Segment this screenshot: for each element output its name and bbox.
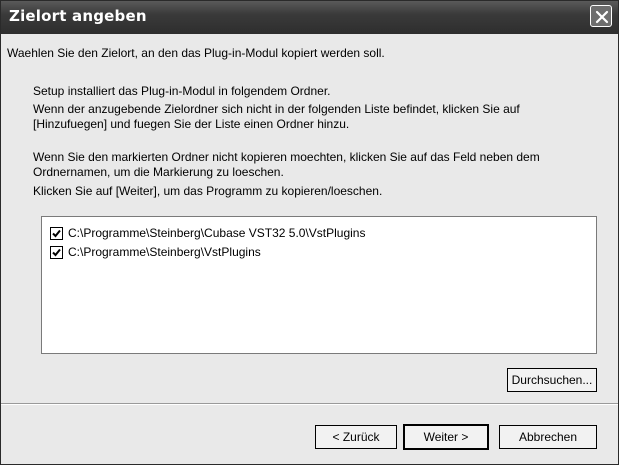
folder-list-item[interactable]: C:\Programme\Steinberg\VstPlugins bbox=[50, 244, 261, 260]
instruction-line-3: [Hinzufuegen] und fuegen Sie der Liste e… bbox=[33, 117, 350, 131]
browse-button[interactable]: Durchsuchen... bbox=[507, 368, 597, 392]
cancel-button[interactable]: Abbrechen bbox=[499, 425, 597, 449]
close-button[interactable] bbox=[590, 5, 612, 27]
checkmark-icon bbox=[52, 248, 61, 256]
instruction-line-5: Ordnernamen, um die Markierung zu loesch… bbox=[33, 165, 284, 179]
title-bar[interactable]: Zielort angeben bbox=[1, 1, 618, 34]
folder-list[interactable]: C:\Programme\Steinberg\Cubase VST32 5.0\… bbox=[41, 216, 597, 354]
folder-checkbox[interactable] bbox=[50, 226, 63, 240]
back-button[interactable]: < Zurück bbox=[315, 425, 397, 449]
next-button[interactable]: Weiter > bbox=[403, 424, 489, 450]
instruction-line-1: Setup installiert das Plug-in-Modul in f… bbox=[33, 84, 331, 98]
folder-checkbox[interactable] bbox=[50, 245, 63, 259]
instruction-line-6: Klicken Sie auf [Weiter], um das Program… bbox=[33, 184, 383, 198]
footer-divider bbox=[1, 403, 618, 405]
folder-list-item[interactable]: C:\Programme\Steinberg\Cubase VST32 5.0\… bbox=[50, 225, 365, 241]
dialog-content: Waehlen Sie den Zielort, an den das Plug… bbox=[1, 34, 618, 464]
intro-text: Waehlen Sie den Zielort, an den das Plug… bbox=[7, 46, 385, 60]
instruction-line-4: Wenn Sie den markierten Ordner nicht kop… bbox=[33, 150, 540, 164]
checkmark-icon bbox=[52, 229, 61, 237]
instruction-line-2: Wenn der anzugebende Zielordner sich nic… bbox=[33, 102, 520, 116]
close-icon bbox=[595, 10, 609, 24]
folder-path: C:\Programme\Steinberg\Cubase VST32 5.0\… bbox=[68, 226, 366, 240]
folder-path: C:\Programme\Steinberg\VstPlugins bbox=[68, 245, 261, 259]
dialog-window: Zielort angeben Waehlen Sie den Zielort,… bbox=[0, 0, 619, 465]
window-title: Zielort angeben bbox=[9, 7, 147, 25]
